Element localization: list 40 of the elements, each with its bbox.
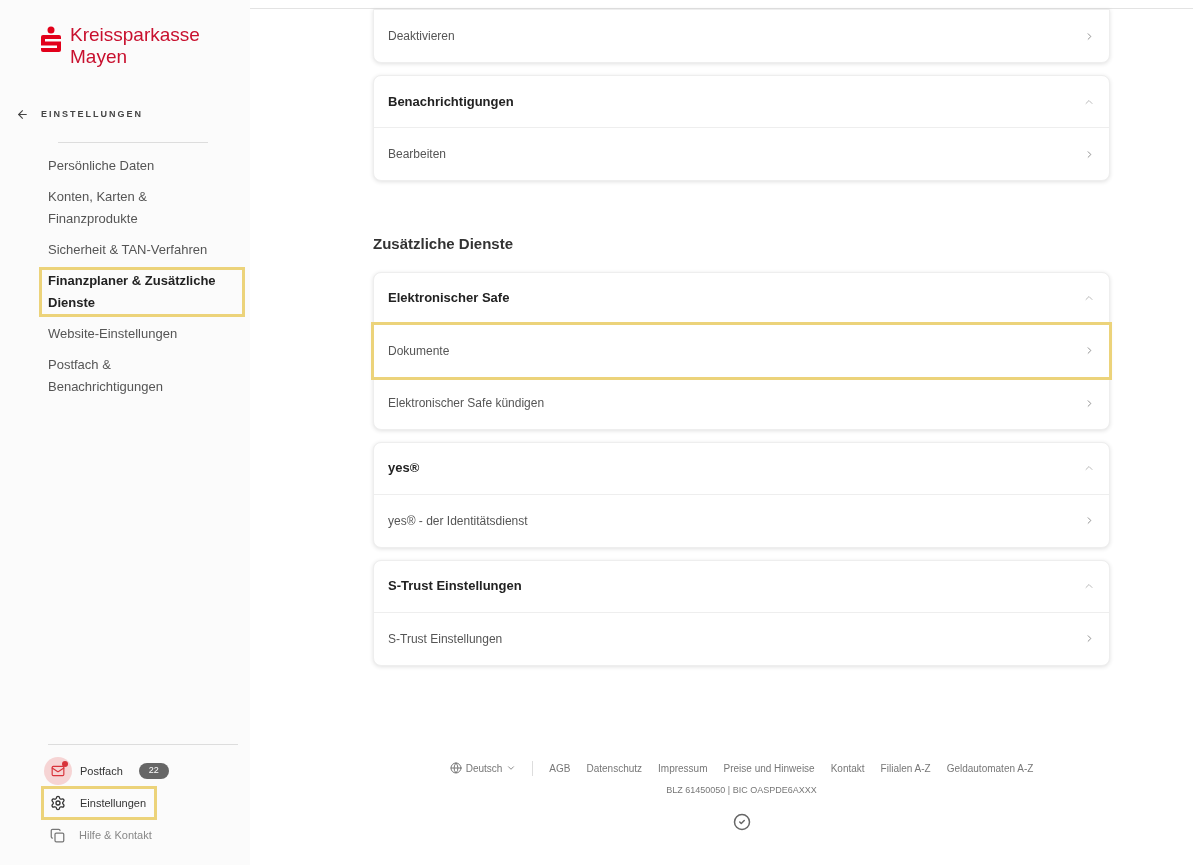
nav-item[interactable]: Persönliche Daten bbox=[42, 154, 217, 177]
nav-item[interactable]: Konten, Karten & Finanzprodukte bbox=[42, 185, 217, 230]
nav-item[interactable]: Sicherheit & TAN-Verfahren bbox=[42, 238, 217, 261]
logo-icon bbox=[40, 26, 62, 54]
list-row[interactable]: Deaktivieren bbox=[374, 10, 1109, 62]
bottom-nav-item[interactable]: Hilfe & Kontakt bbox=[44, 821, 160, 849]
footer-link[interactable]: AGB bbox=[549, 760, 571, 776]
accordion-header[interactable]: Elektronischer Safe bbox=[374, 272, 1109, 325]
footer-link[interactable]: Preise und Hinweise bbox=[723, 760, 815, 776]
nav-item[interactable]: Website-Einstellungen bbox=[42, 322, 217, 345]
footer-link[interactable]: Impressum bbox=[658, 760, 708, 776]
accordion-header[interactable]: Benachrichtigungen bbox=[374, 76, 1109, 128]
list-row[interactable]: Elektronischer Safe kündigen bbox=[374, 376, 1109, 429]
footer-link[interactable]: Geldautomaten A-Z bbox=[946, 760, 1034, 776]
accordion-header[interactable]: S-Trust Einstellungen bbox=[374, 560, 1109, 613]
footer-link[interactable]: Kontakt bbox=[830, 760, 865, 776]
list-row[interactable]: S-Trust Einstellungen bbox=[374, 612, 1109, 665]
globe-icon bbox=[449, 762, 462, 774]
nav-item[interactable]: Finanzplaner & Zusätzliche Dienste bbox=[42, 269, 242, 314]
count-badge: 22 bbox=[138, 763, 169, 779]
bank-name: Kreissparkasse Mayen bbox=[70, 24, 200, 68]
footer-link[interactable]: Datenschutz bbox=[586, 760, 643, 776]
mail-icon bbox=[44, 757, 72, 785]
bottom-nav-item[interactable]: Einstellungen bbox=[44, 789, 155, 817]
accordion-header[interactable]: yes® bbox=[374, 442, 1109, 495]
list-row[interactable]: Bearbeiten bbox=[374, 128, 1109, 180]
check-circle-icon bbox=[732, 813, 751, 831]
chevron-down-icon bbox=[506, 763, 517, 773]
bank-info: BLZ 61450050 | BIC OASPDE6AXXX bbox=[666, 783, 817, 797]
chat-icon bbox=[50, 827, 65, 843]
settings-icon bbox=[50, 795, 66, 811]
back-button[interactable]: EINSTELLUNGEN bbox=[0, 108, 250, 122]
footer-link[interactable]: Filialen A-Z bbox=[880, 760, 931, 776]
list-row[interactable]: yes® - der Identitätsdienst bbox=[374, 494, 1109, 547]
nav-item[interactable]: Postfach & Benachrichtigungen bbox=[42, 353, 217, 398]
list-row[interactable]: Dokumente bbox=[374, 324, 1109, 377]
section-title: Zusätzliche Dienste bbox=[373, 234, 515, 254]
language-selector[interactable]: Deutsch bbox=[449, 760, 534, 776]
back-arrow-icon bbox=[16, 108, 29, 122]
bottom-nav-item[interactable]: Postfach 22 bbox=[44, 757, 177, 785]
